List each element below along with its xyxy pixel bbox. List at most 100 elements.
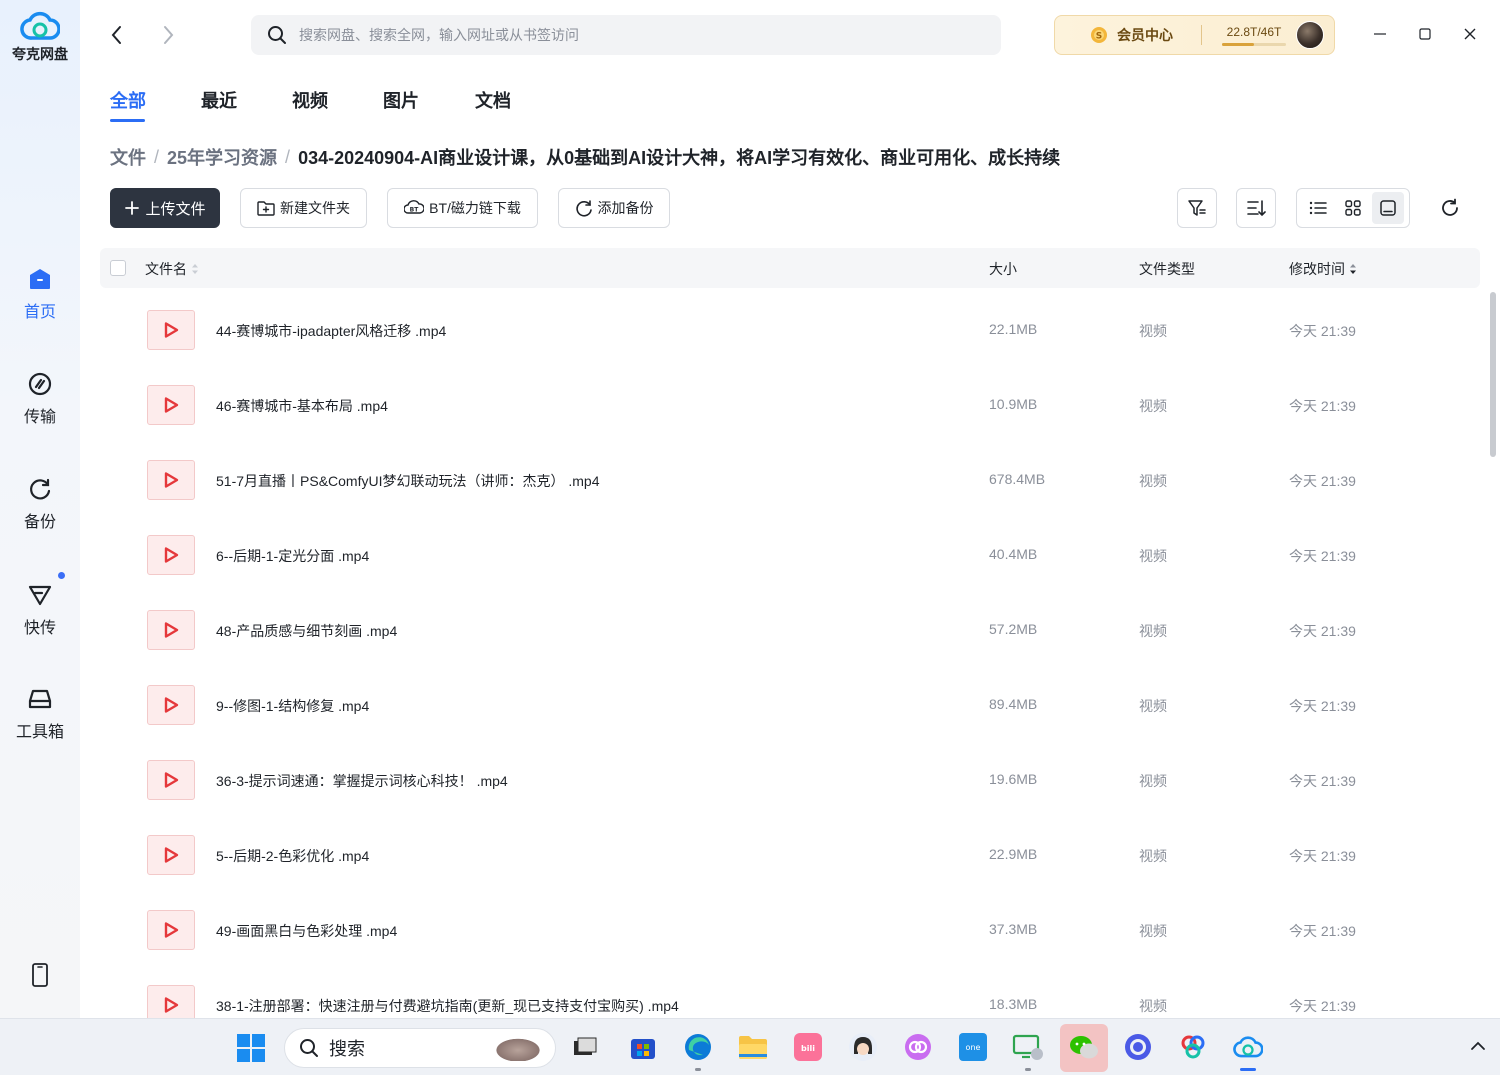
onenote-app[interactable]: one: [956, 1030, 990, 1064]
search-bar[interactable]: [251, 15, 1001, 55]
quark-drive-app[interactable]: [1231, 1030, 1265, 1071]
assistant-avatar-icon: [849, 1033, 877, 1061]
sidebar-item-home[interactable]: 首页: [0, 266, 80, 322]
close-button[interactable]: [1460, 24, 1480, 44]
search-input[interactable]: [299, 27, 979, 43]
sort-icon: [1247, 200, 1266, 217]
refresh-button[interactable]: [1438, 196, 1462, 220]
photos-app[interactable]: [1176, 1030, 1210, 1064]
upload-button[interactable]: 上传文件: [110, 188, 220, 228]
sort-button[interactable]: [1236, 188, 1276, 228]
sidebar-item-toolbox[interactable]: 工具箱: [0, 686, 80, 742]
column-header-name[interactable]: 文件名: [145, 259, 199, 279]
maximize-button[interactable]: [1415, 24, 1435, 44]
minimize-button[interactable]: [1370, 24, 1390, 44]
sidebar-item-send[interactable]: 快传: [0, 572, 80, 638]
sort-desc-icon: [1350, 264, 1356, 274]
table-row[interactable]: 48-产品质感与细节刻画 .mp4 57.2MB 视频 今天 21:39: [100, 592, 1480, 667]
edge-app[interactable]: [681, 1030, 715, 1071]
vip-center-link[interactable]: 会员中心: [1117, 25, 1173, 45]
avatar-app[interactable]: [846, 1030, 880, 1064]
file-size: 19.6MB: [989, 771, 1038, 787]
wechat-app[interactable]: [1060, 1024, 1108, 1072]
grid-view-button[interactable]: [1337, 192, 1369, 224]
column-header-type[interactable]: 文件类型: [1139, 259, 1195, 279]
list-view-button[interactable]: [1302, 192, 1334, 224]
breadcrumb-item[interactable]: 文件: [110, 144, 146, 170]
active-tab-indicator: [110, 119, 145, 122]
taskbar-search[interactable]: 搜索: [284, 1028, 556, 1068]
running-indicator: [695, 1068, 701, 1071]
app-logo[interactable]: 夸克网盘: [0, 10, 80, 64]
filter-button[interactable]: [1177, 188, 1217, 228]
new-folder-button[interactable]: 新建文件夹: [240, 188, 367, 228]
file-name[interactable]: 5--后期-2-色彩优化 .mp4: [216, 846, 369, 866]
remote-app[interactable]: [1011, 1030, 1045, 1071]
file-name[interactable]: 51-7月直播丨PS&ComfyUI梦幻联动玩法（讲师：杰克） .mp4: [216, 471, 600, 491]
file-modified-time: 今天 21:39: [1289, 398, 1356, 414]
task-view-app[interactable]: [568, 1030, 602, 1064]
forward-button[interactable]: [155, 22, 181, 48]
breadcrumb-item[interactable]: 25年学习资源: [167, 144, 277, 170]
file-name[interactable]: 38-1-注册部署：快速注册与付费避坑指南(更新_现已支持支付宝购买) .mp4: [216, 996, 679, 1016]
browser-app[interactable]: [1121, 1030, 1155, 1064]
vip-panel[interactable]: S 会员中心 22.8T/46T: [1054, 15, 1335, 55]
tray-overflow-button[interactable]: [1470, 1039, 1486, 1057]
sidebar-item-transfer[interactable]: 传输: [0, 371, 80, 427]
table-row[interactable]: 5--后期-2-色彩优化 .mp4 22.9MB 视频 今天 21:39: [100, 817, 1480, 892]
file-list: 44-赛博城市-ipadapter风格迁移 .mp4 22.1MB 视频 今天 …: [100, 292, 1480, 1018]
file-type: 视频: [1139, 773, 1167, 789]
select-all-checkbox[interactable]: [110, 260, 126, 276]
tab-all[interactable]: 全部: [110, 87, 146, 113]
tab-video[interactable]: 视频: [292, 87, 328, 113]
store-app[interactable]: [626, 1030, 660, 1064]
file-name[interactable]: 9--修图-1-结构修复 .mp4: [216, 696, 369, 716]
table-row[interactable]: 38-1-注册部署：快速注册与付费避坑指南(更新_现已支持支付宝购买) .mp4…: [100, 967, 1480, 1018]
divider: [1201, 25, 1202, 45]
sidebar: 夸克网盘 首页 传输 备份 快传 工具箱: [0, 0, 80, 1018]
large-view-icon: [1379, 200, 1396, 216]
sidebar-item-backup[interactable]: 备份: [0, 476, 80, 532]
table-row[interactable]: 46-赛博城市-基本布局 .mp4 10.9MB 视频 今天 21:39: [100, 367, 1480, 442]
link-app[interactable]: [901, 1030, 935, 1064]
tab-image[interactable]: 图片: [383, 87, 419, 113]
column-header-size[interactable]: 大小: [989, 259, 1017, 279]
bt-download-button[interactable]: BT BT/磁力链下载: [387, 188, 538, 228]
bt-icon: BT: [404, 200, 425, 214]
chevron-right-icon: [164, 26, 174, 44]
add-backup-button[interactable]: 添加备份: [558, 188, 670, 228]
refresh-icon: [1442, 198, 1458, 216]
table-row[interactable]: 51-7月直播丨PS&ComfyUI梦幻联动玩法（讲师：杰克） .mp4 678…: [100, 442, 1480, 517]
column-header-modified[interactable]: 修改时间: [1289, 259, 1357, 279]
tab-recent[interactable]: 最近: [201, 87, 237, 113]
file-size: 22.1MB: [989, 321, 1038, 337]
add-backup-button-label: 添加备份: [597, 200, 654, 216]
file-name[interactable]: 36-3-提示词速通：掌握提示词核心科技！ .mp4: [216, 771, 508, 791]
table-row[interactable]: 9--修图-1-结构修复 .mp4 89.4MB 视频 今天 21:39: [100, 667, 1480, 742]
file-name[interactable]: 44-赛博城市-ipadapter风格迁移 .mp4: [216, 321, 446, 341]
phone-icon[interactable]: [31, 963, 49, 992]
transfer-icon: [28, 372, 52, 396]
file-modified-time: 今天 21:39: [1289, 923, 1356, 939]
scrollbar[interactable]: [1490, 292, 1496, 457]
table-row[interactable]: 36-3-提示词速通：掌握提示词核心科技！ .mp4 19.6MB 视频 今天 …: [100, 742, 1480, 817]
table-row[interactable]: 49-画面黑白与色彩处理 .mp4 37.3MB 视频 今天 21:39: [100, 892, 1480, 967]
file-name[interactable]: 49-画面黑白与色彩处理 .mp4: [216, 921, 397, 941]
tab-document[interactable]: 文档: [475, 87, 511, 113]
file-name[interactable]: 46-赛博城市-基本布局 .mp4: [216, 396, 388, 416]
back-button[interactable]: [104, 22, 130, 48]
table-row[interactable]: 6--后期-1-定光分面 .mp4 40.4MB 视频 今天 21:39: [100, 517, 1480, 592]
file-name[interactable]: 6--后期-1-定光分面 .mp4: [216, 546, 369, 566]
table-row[interactable]: 44-赛博城市-ipadapter风格迁移 .mp4 22.1MB 视频 今天 …: [100, 292, 1480, 367]
storage-usage[interactable]: 22.8T/46T: [1222, 25, 1286, 46]
new-folder-icon: [257, 201, 275, 216]
file-name[interactable]: 48-产品质感与细节刻画 .mp4: [216, 621, 397, 641]
bilibili-app[interactable]: bili: [791, 1030, 825, 1064]
large-view-button[interactable]: [1371, 192, 1404, 224]
start-button[interactable]: [236, 1033, 266, 1068]
close-icon: [1464, 28, 1476, 40]
file-explorer-app[interactable]: [736, 1030, 770, 1064]
running-indicator: [1240, 1068, 1256, 1071]
upload-button-label: 上传文件: [145, 200, 206, 218]
avatar[interactable]: [1296, 21, 1324, 49]
